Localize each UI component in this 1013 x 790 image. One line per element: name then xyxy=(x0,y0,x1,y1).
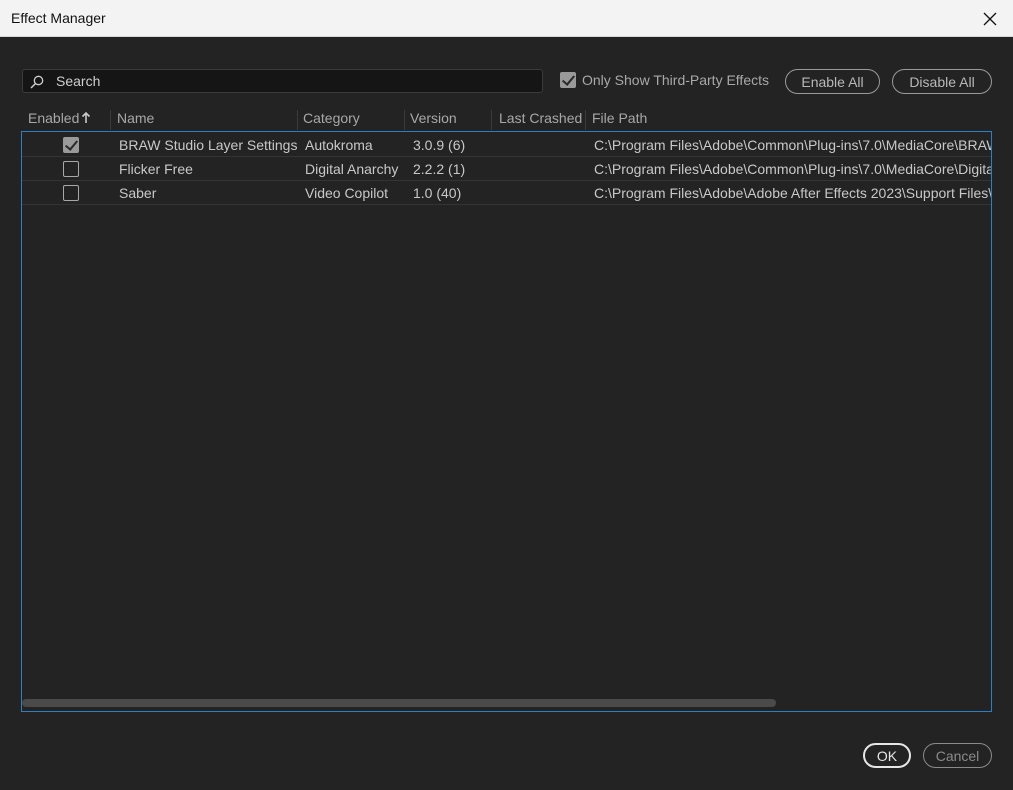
effect-name: Saber xyxy=(119,185,157,201)
window-title: Effect Manager xyxy=(11,10,106,26)
title-bar: Effect Manager xyxy=(0,0,1013,37)
effect-category: Video Copilot xyxy=(305,185,389,201)
close-icon xyxy=(983,12,997,25)
column-file-path[interactable]: File Path xyxy=(592,110,647,126)
third-party-label: Only Show Third-Party Effects xyxy=(582,72,769,88)
horizontal-scrollbar[interactable] xyxy=(22,699,776,707)
enable-all-button[interactable]: Enable All xyxy=(785,69,880,94)
column-category[interactable]: Category xyxy=(303,110,360,126)
column-divider[interactable] xyxy=(297,110,298,130)
table-row[interactable]: BRAW Studio Layer Settings Autokroma 3.0… xyxy=(22,133,991,157)
column-last-crashed[interactable]: Last Crashed xyxy=(499,110,582,126)
search-icon xyxy=(30,75,44,89)
effect-file-path: C:\Program Files\Adobe\Adobe After Effec… xyxy=(594,185,992,201)
enabled-checkbox[interactable] xyxy=(63,137,79,153)
effect-version: 1.0 (40) xyxy=(413,185,462,201)
effect-category: Digital Anarchy xyxy=(305,161,399,177)
column-divider[interactable] xyxy=(491,110,492,130)
table-row[interactable]: Saber Video Copilot 1.0 (40) C:\Program … xyxy=(22,181,991,205)
arrow-up-icon xyxy=(81,112,91,123)
effect-name: Flicker Free xyxy=(119,161,193,177)
effect-file-path: C:\Program Files\Adobe\Common\Plug-ins\7… xyxy=(594,161,992,177)
effect-version: 3.0.9 (6) xyxy=(413,137,466,153)
third-party-checkbox[interactable] xyxy=(560,72,576,88)
ok-button[interactable]: OK xyxy=(863,743,911,768)
column-version[interactable]: Version xyxy=(410,110,457,126)
disable-all-button[interactable]: Disable All xyxy=(892,69,992,94)
effect-file-path: C:\Program Files\Adobe\Common\Plug-ins\7… xyxy=(594,137,992,153)
column-name[interactable]: Name xyxy=(117,110,154,126)
effect-version: 2.2.2 (1) xyxy=(413,161,466,177)
effects-table[interactable]: BRAW Studio Layer Settings Autokroma 3.0… xyxy=(21,131,992,712)
column-divider[interactable] xyxy=(110,110,111,130)
column-divider[interactable] xyxy=(585,110,586,130)
column-divider[interactable] xyxy=(404,110,405,130)
close-button[interactable] xyxy=(967,0,1013,37)
enabled-checkbox[interactable] xyxy=(63,161,79,177)
enabled-checkbox[interactable] xyxy=(63,185,79,201)
table-row[interactable]: Flicker Free Digital Anarchy 2.2.2 (1) C… xyxy=(22,157,991,181)
effect-category: Autokroma xyxy=(305,137,373,153)
cancel-button[interactable]: Cancel xyxy=(923,743,992,768)
effect-name: BRAW Studio Layer Settings xyxy=(119,137,298,153)
search-input[interactable] xyxy=(56,71,536,91)
column-enabled[interactable]: Enabled xyxy=(28,110,79,126)
search-box[interactable] xyxy=(22,69,543,93)
